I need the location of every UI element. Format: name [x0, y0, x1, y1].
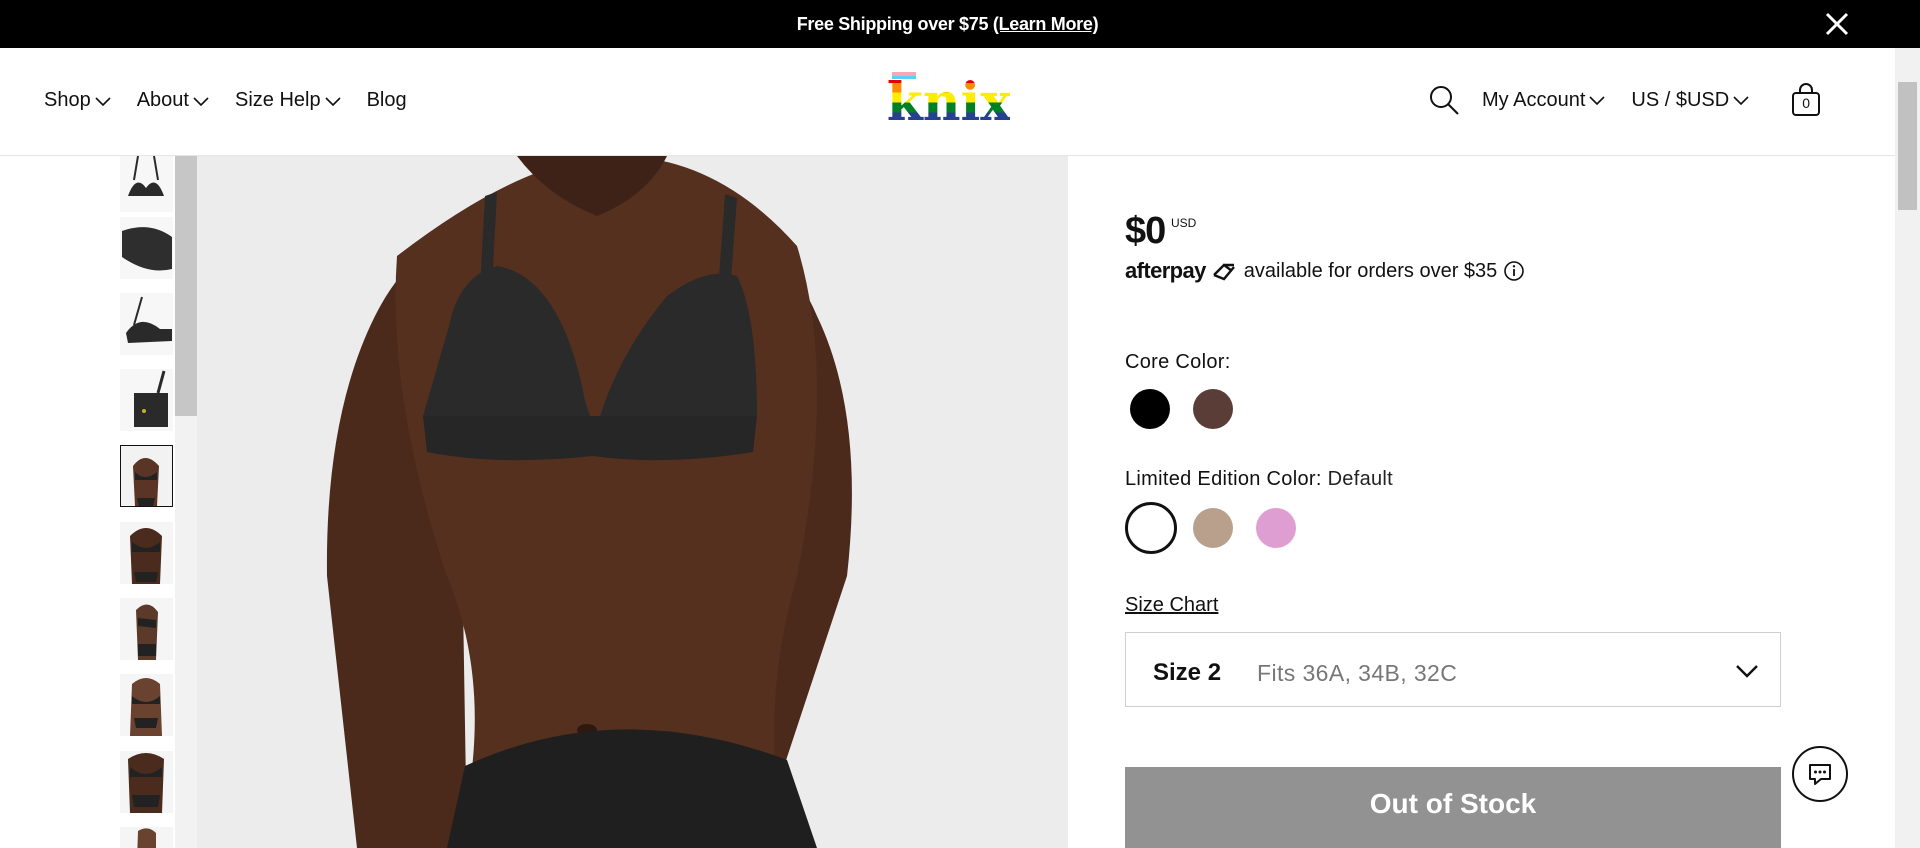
announcement-message: Free Shipping over $75 — [796, 14, 993, 34]
main-product-image[interactable] — [197, 156, 1068, 848]
thumbnail-2[interactable] — [120, 217, 173, 279]
thumbnail-5[interactable] — [120, 445, 173, 507]
thumbnail-strip — [120, 156, 174, 848]
thumbnail-image — [120, 598, 173, 660]
chat-icon — [1809, 764, 1831, 785]
thumbnail-3[interactable] — [120, 293, 173, 355]
currency-label: US / $USD — [1631, 88, 1730, 111]
nav-blog[interactable]: Blog — [367, 89, 407, 112]
main-nav: Shop About Size Help Blog — [44, 89, 407, 112]
swatch-brown[interactable] — [1193, 389, 1233, 429]
thumbnail-9[interactable] — [120, 751, 173, 813]
core-color-label: Core Color: — [1125, 351, 1231, 373]
thumbnail-image — [120, 156, 173, 212]
announcement-text: Free Shipping over $75 (Learn More) — [0, 14, 1895, 35]
nav-size-help-label: Size Help — [234, 89, 321, 111]
chevron-down-icon — [193, 96, 209, 106]
thumbnail-image — [120, 293, 173, 355]
svg-text:knix: knix — [888, 72, 1010, 126]
thumbnail-10[interactable] — [120, 827, 173, 848]
page-scrollbar-thumb[interactable] — [1898, 82, 1917, 210]
thumbnail-image — [120, 751, 173, 813]
nav-about[interactable]: About — [137, 89, 209, 112]
nav-shop[interactable]: Shop — [44, 89, 111, 112]
nav-shop-label: Shop — [44, 89, 91, 111]
thumbnail-7[interactable] — [120, 598, 173, 660]
my-account-label: My Account — [1482, 88, 1586, 111]
afterpay-text: available for orders over $35 — [1243, 259, 1498, 282]
thumbnail-image — [120, 522, 173, 584]
thumbnail-image — [120, 827, 173, 848]
knix-logo[interactable]: knix — [888, 70, 1010, 126]
swatch-pink[interactable] — [1256, 508, 1296, 548]
thumbnail-1[interactable] — [120, 156, 173, 212]
thumbnail-image — [121, 446, 172, 506]
afterpay-message: afterpay available for orders over $35 — [1125, 258, 1525, 284]
currency-selector[interactable]: US / $USD — [1631, 89, 1749, 112]
cart-count: 0 — [1802, 95, 1811, 111]
size-dropdown[interactable]: Size 2 Fits 36A, 34B, 32C — [1125, 632, 1781, 707]
chevron-down-icon — [95, 96, 111, 106]
product-photo — [197, 156, 1068, 848]
info-icon[interactable] — [1503, 260, 1525, 282]
out-of-stock-button[interactable]: Out of Stock — [1125, 767, 1781, 848]
thumbnail-image — [120, 674, 173, 736]
size-fits: Fits 36A, 34B, 32C — [1257, 660, 1458, 686]
limited-color-title: Limited Edition Color: — [1125, 468, 1322, 490]
chevron-down-icon — [1589, 96, 1605, 105]
cart-button[interactable]: 0 — [1791, 83, 1821, 117]
announcement-bar: Free Shipping over $75 (Learn More) — [0, 0, 1920, 48]
site-header: Shop About Size Help Blog knix My Accoun… — [0, 48, 1895, 156]
thumbnail-scrollbar-thumb[interactable] — [175, 156, 197, 416]
search-icon[interactable] — [1428, 84, 1460, 116]
thumbnail-4[interactable] — [120, 369, 173, 431]
learn-more-link[interactable]: (Learn More) — [993, 14, 1099, 34]
nav-size-help[interactable]: Size Help — [235, 89, 341, 112]
chevron-down-icon — [325, 96, 341, 106]
afterpay-arrows-icon — [1212, 263, 1235, 281]
size-name: Size 2 — [1153, 659, 1222, 686]
my-account-menu[interactable]: My Account — [1482, 89, 1605, 112]
chat-button[interactable] — [1792, 746, 1848, 802]
price: $0 — [1125, 210, 1166, 252]
chevron-down-icon — [1736, 665, 1758, 678]
header-actions: My Account US / $USD 0 — [1428, 83, 1821, 117]
swatch-black[interactable] — [1130, 389, 1170, 429]
chevron-down-icon — [1733, 96, 1749, 105]
close-icon[interactable] — [1823, 10, 1851, 38]
nav-blog-label: Blog — [366, 89, 407, 111]
nav-about-label: About — [136, 89, 189, 111]
thumbnail-8[interactable] — [120, 674, 173, 736]
limited-color-value: Default — [1327, 468, 1394, 490]
price-currency: USD — [1171, 216, 1197, 230]
swatch-taupe[interactable] — [1193, 508, 1233, 548]
limited-color-label: Limited Edition Color: Default — [1125, 468, 1393, 491]
afterpay-logo: afterpay — [1125, 258, 1206, 283]
thumbnail-image — [120, 369, 173, 431]
swatch-default[interactable] — [1125, 502, 1177, 554]
size-chart-link[interactable]: Size Chart — [1125, 594, 1218, 617]
thumbnail-6[interactable] — [120, 522, 173, 584]
thumbnail-image — [120, 217, 173, 279]
